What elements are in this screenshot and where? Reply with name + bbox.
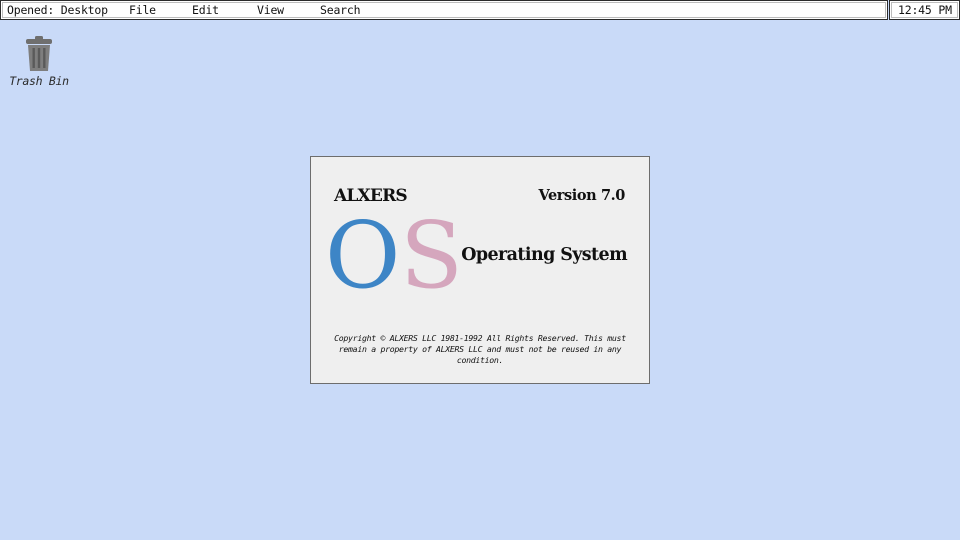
about-splash-window: ALXERS Version 7.0 O S Operating System … (310, 156, 650, 384)
menu-edit[interactable]: Edit (192, 3, 219, 17)
menu-bar: Opened: Desktop File Edit View Search 12… (0, 0, 960, 20)
os-logo-letter-o: O (325, 202, 400, 309)
menu-search[interactable]: Search (320, 3, 361, 17)
menu-view[interactable]: View (257, 3, 284, 17)
opened-location-label: Opened: Desktop (7, 3, 108, 17)
menu-file[interactable]: File (129, 3, 156, 17)
product-name: Operating System (461, 245, 627, 265)
trash-bin-icon[interactable] (6, 36, 72, 72)
version-label: Version 7.0 (538, 187, 625, 204)
clock: 12:45 PM (898, 3, 952, 17)
os-logo-letter-s: S (400, 202, 464, 309)
copyright-notice: Copyright © ALXERS LLC 1981-1992 All Rig… (334, 333, 626, 365)
menu-bar-main: Opened: Desktop File Edit View Search (0, 0, 888, 20)
desktop-icon-trash-bin[interactable]: Trash Bin (6, 36, 72, 92)
clock-panel: 12:45 PM (889, 0, 960, 20)
desktop-icon-label: Trash Bin (9, 74, 69, 88)
